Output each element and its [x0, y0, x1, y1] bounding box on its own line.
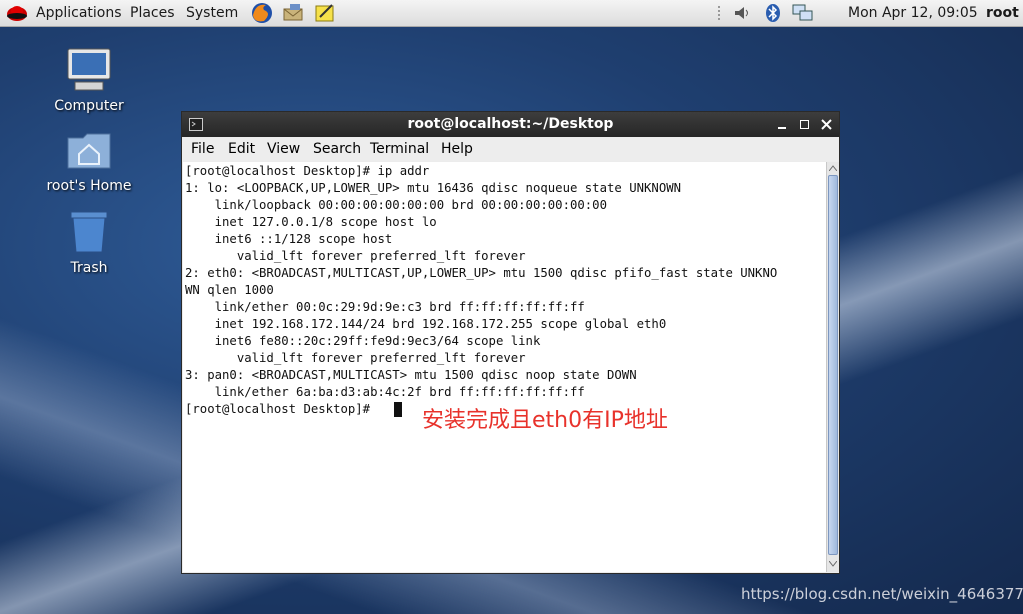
desktop-icon-computer[interactable]: Computer — [34, 46, 144, 114]
menu-help[interactable]: Help — [441, 141, 473, 157]
terminal-output[interactable]: [root@localhost Desktop]# ip addr 1: lo:… — [183, 162, 826, 572]
menu-file[interactable]: File — [191, 141, 214, 157]
menu-search[interactable]: Search — [313, 141, 361, 157]
output-line: link/ether 00:0c:29:9d:9e:c3 brd ff:ff:f… — [185, 300, 585, 314]
places-menu[interactable]: Places — [130, 4, 175, 22]
desktop-icon-label: Computer — [54, 98, 124, 114]
watermark: https://blog.csdn.net/weixin_46463776 — [741, 585, 1023, 603]
output-line: valid_lft forever preferred_lft forever — [185, 351, 526, 365]
computer-icon — [67, 48, 111, 91]
scrollbar-thumb[interactable] — [828, 175, 838, 555]
user-menu[interactable]: root — [986, 4, 1019, 22]
title-bar[interactable]: root@localhost:~/Desktop — [182, 112, 839, 137]
panel-separator — [718, 6, 726, 20]
output-line: link/loopback 00:00:00:00:00:00 brd 00:0… — [185, 198, 607, 212]
output-line: WN qlen 1000 — [185, 283, 274, 297]
menu-bar: File Edit View Search Terminal Help — [182, 138, 839, 161]
notes-icon[interactable] — [314, 3, 338, 23]
output-line: valid_lft forever preferred_lft forever — [185, 249, 526, 263]
vertical-scrollbar[interactable] — [826, 162, 839, 572]
desktop-icon-label: root's Home — [46, 178, 132, 194]
maximize-icon[interactable] — [800, 120, 809, 129]
clock[interactable]: Mon Apr 12, 09:05 — [848, 4, 978, 22]
output-line: inet 192.168.172.144/24 brd 192.168.172.… — [185, 317, 667, 331]
prompt-line: [root@localhost Desktop]# — [185, 402, 378, 416]
applications-menu[interactable]: Applications — [36, 4, 122, 22]
desktop-icon-trash[interactable]: Trash — [34, 208, 144, 276]
menu-terminal[interactable]: Terminal — [370, 141, 429, 157]
minimize-icon[interactable] — [778, 127, 786, 129]
red-annotation: 安装完成且eth0有IP地址 — [422, 408, 668, 433]
menu-edit[interactable]: Edit — [228, 141, 255, 157]
redhat-logo-icon[interactable] — [6, 3, 28, 23]
desktop-icon-label: Trash — [70, 260, 108, 276]
firefox-icon[interactable] — [250, 1, 274, 25]
trash-icon — [70, 211, 108, 253]
text-cursor — [394, 402, 402, 417]
output-line: 3: pan0: <BROADCAST,MULTICAST> mtu 1500 … — [185, 368, 637, 382]
scroll-up-icon[interactable] — [829, 165, 837, 171]
output-line: inet 127.0.0.1/8 scope host lo — [185, 215, 437, 229]
output-line: 1: lo: <LOOPBACK,UP,LOWER_UP> mtu 16436 … — [185, 181, 682, 195]
volume-icon[interactable] — [733, 4, 751, 22]
system-menu[interactable]: System — [186, 4, 238, 22]
output-line: [root@localhost Desktop]# ip addr — [185, 164, 430, 178]
window-title: root@localhost:~/Desktop — [407, 116, 614, 132]
terminal-window: root@localhost:~/Desktop File Edit View … — [181, 111, 840, 574]
scroll-down-icon[interactable] — [829, 561, 837, 567]
email-icon[interactable] — [282, 3, 306, 23]
menu-view[interactable]: View — [267, 141, 300, 157]
output-line: link/ether 6a:ba:d3:ab:4c:2f brd ff:ff:f… — [185, 385, 585, 399]
bluetooth-icon[interactable] — [765, 3, 781, 23]
top-panel: Applications Places System Mon Apr 12, 0… — [0, 0, 1023, 27]
desktop-icon-home[interactable]: root's Home — [34, 128, 144, 194]
output-line: 2: eth0: <BROADCAST,MULTICAST,UP,LOWER_U… — [185, 266, 778, 280]
home-folder-icon — [67, 133, 111, 169]
output-line: inet6 fe80::20c:29ff:fe9d:9ec3/64 scope … — [185, 334, 541, 348]
close-icon[interactable] — [821, 119, 832, 130]
output-line: inet6 ::1/128 scope host — [185, 232, 393, 246]
network-icon[interactable] — [792, 3, 814, 23]
